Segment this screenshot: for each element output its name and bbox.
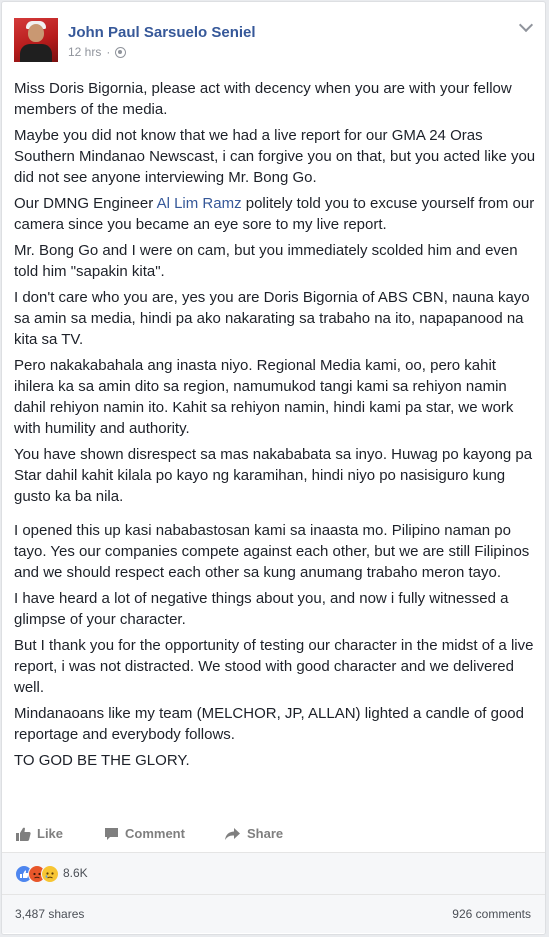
avatar-shirt — [20, 44, 52, 62]
post-paragraph: But I thank you for the opportunity of t… — [14, 637, 534, 696]
post-body: Miss Doris Bigornia, please act with dec… — [14, 78, 536, 776]
sad-reaction-icon — [41, 865, 59, 883]
post-paragraph: I opened this up kasi nababastosan kami … — [14, 522, 530, 581]
post-paragraph: Pero nakakabahala ang inasta niyo. Regio… — [14, 357, 514, 437]
meta-separator: · — [106, 45, 111, 59]
paragraph-text: Our DMNG Engineer — [14, 195, 157, 212]
post-paragraph: I don't care who you are, yes you are Do… — [14, 289, 530, 348]
post-paragraph: TO GOD BE THE GLORY. — [14, 752, 190, 769]
post-stats: 3,487 shares 926 comments — [2, 895, 545, 933]
post-paragraph: Mindanaoans like my team (MELCHOR, JP, A… — [14, 705, 524, 743]
thumbs-up-icon — [16, 827, 31, 841]
share-label: Share — [247, 826, 284, 841]
comments-count[interactable]: 926 comments — [452, 907, 531, 921]
post-paragraph: Our DMNG Engineer Al Lim Ramz politely t… — [14, 193, 536, 235]
post-timestamp[interactable]: 12 hrs — [68, 45, 101, 59]
post-paragraph: Miss Doris Bigornia, please act with dec… — [14, 80, 512, 118]
reactions-bar[interactable]: 8.6K — [2, 853, 545, 895]
share-arrow-icon — [225, 827, 240, 840]
reaction-count[interactable]: 8.6K — [63, 866, 88, 880]
post-paragraph: Mr. Bong Go and I were on cam, but you i… — [14, 242, 518, 280]
post-paragraph: I have heard a lot of negative things ab… — [14, 590, 509, 628]
comment-label: Comment — [125, 826, 185, 841]
action-bar: Like Comment Share — [2, 818, 545, 853]
tagged-user-link[interactable]: Al Lim Ramz — [157, 195, 242, 212]
author-name[interactable]: John Paul Sarsuelo Seniel — [68, 24, 256, 41]
share-button[interactable]: Share — [224, 826, 283, 841]
speech-bubble-icon — [105, 827, 118, 840]
post-paragraph: You have shown disrespect sa mas nakabab… — [14, 446, 533, 505]
shares-count[interactable]: 3,487 shares — [15, 907, 84, 921]
post-paragraph: Maybe you did not know that we had a liv… — [14, 127, 536, 186]
like-label: Like — [37, 826, 64, 841]
avatar[interactable] — [14, 18, 58, 62]
post-card: John Paul Sarsuelo Seniel 12 hrs · Miss … — [1, 1, 546, 935]
post-meta: 12 hrs · — [68, 45, 127, 59]
avatar-face — [28, 24, 44, 42]
chevron-down-icon[interactable] — [518, 17, 534, 33]
comment-button[interactable]: Comment — [104, 826, 185, 841]
like-button[interactable]: Like — [16, 826, 63, 841]
globe-icon[interactable] — [115, 46, 127, 58]
